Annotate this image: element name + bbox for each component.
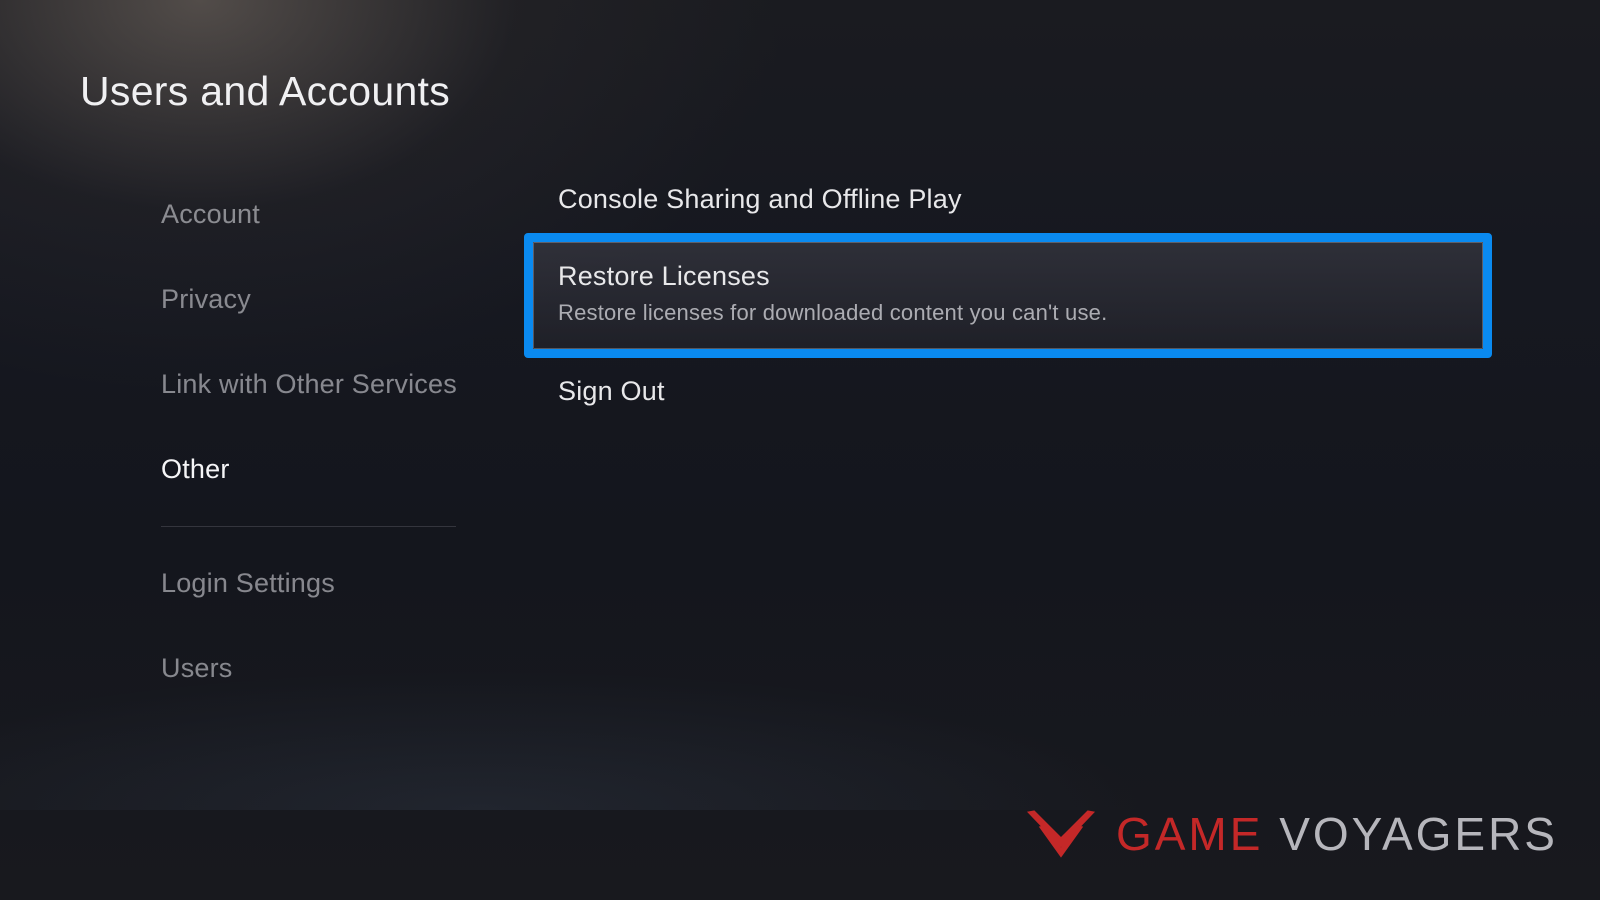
sidebar-item-other[interactable]: Other [161,427,461,512]
content-item-title: Console Sharing and Offline Play [558,184,1458,215]
sidebar-item-link-services[interactable]: Link with Other Services [161,342,461,427]
voyager-icon [1024,804,1098,864]
content-item-description: Restore licenses for downloaded content … [558,300,1458,326]
sidebar-item-users[interactable]: Users [161,626,461,711]
sidebar-item-login-settings[interactable]: Login Settings [161,541,461,626]
sidebar-item-account[interactable]: Account [161,172,461,257]
content-item-sign-out[interactable]: Sign Out [524,364,1492,419]
content-item-restore-licenses[interactable]: Restore Licenses Restore licenses for do… [524,233,1492,358]
watermark-logo: GAME VOYAGERS [1024,804,1558,864]
content-item-console-sharing[interactable]: Console Sharing and Offline Play [524,172,1492,227]
sidebar-item-privacy[interactable]: Privacy [161,257,461,342]
page-title: Users and Accounts [80,68,450,115]
content-panel: Console Sharing and Offline Play Restore… [524,172,1492,425]
sidebar-nav: Account Privacy Link with Other Services… [161,172,461,711]
content-item-title: Restore Licenses [558,261,1458,292]
watermark-text: GAME VOYAGERS [1116,807,1558,861]
sidebar-divider [161,526,456,527]
content-item-title: Sign Out [558,376,1458,407]
